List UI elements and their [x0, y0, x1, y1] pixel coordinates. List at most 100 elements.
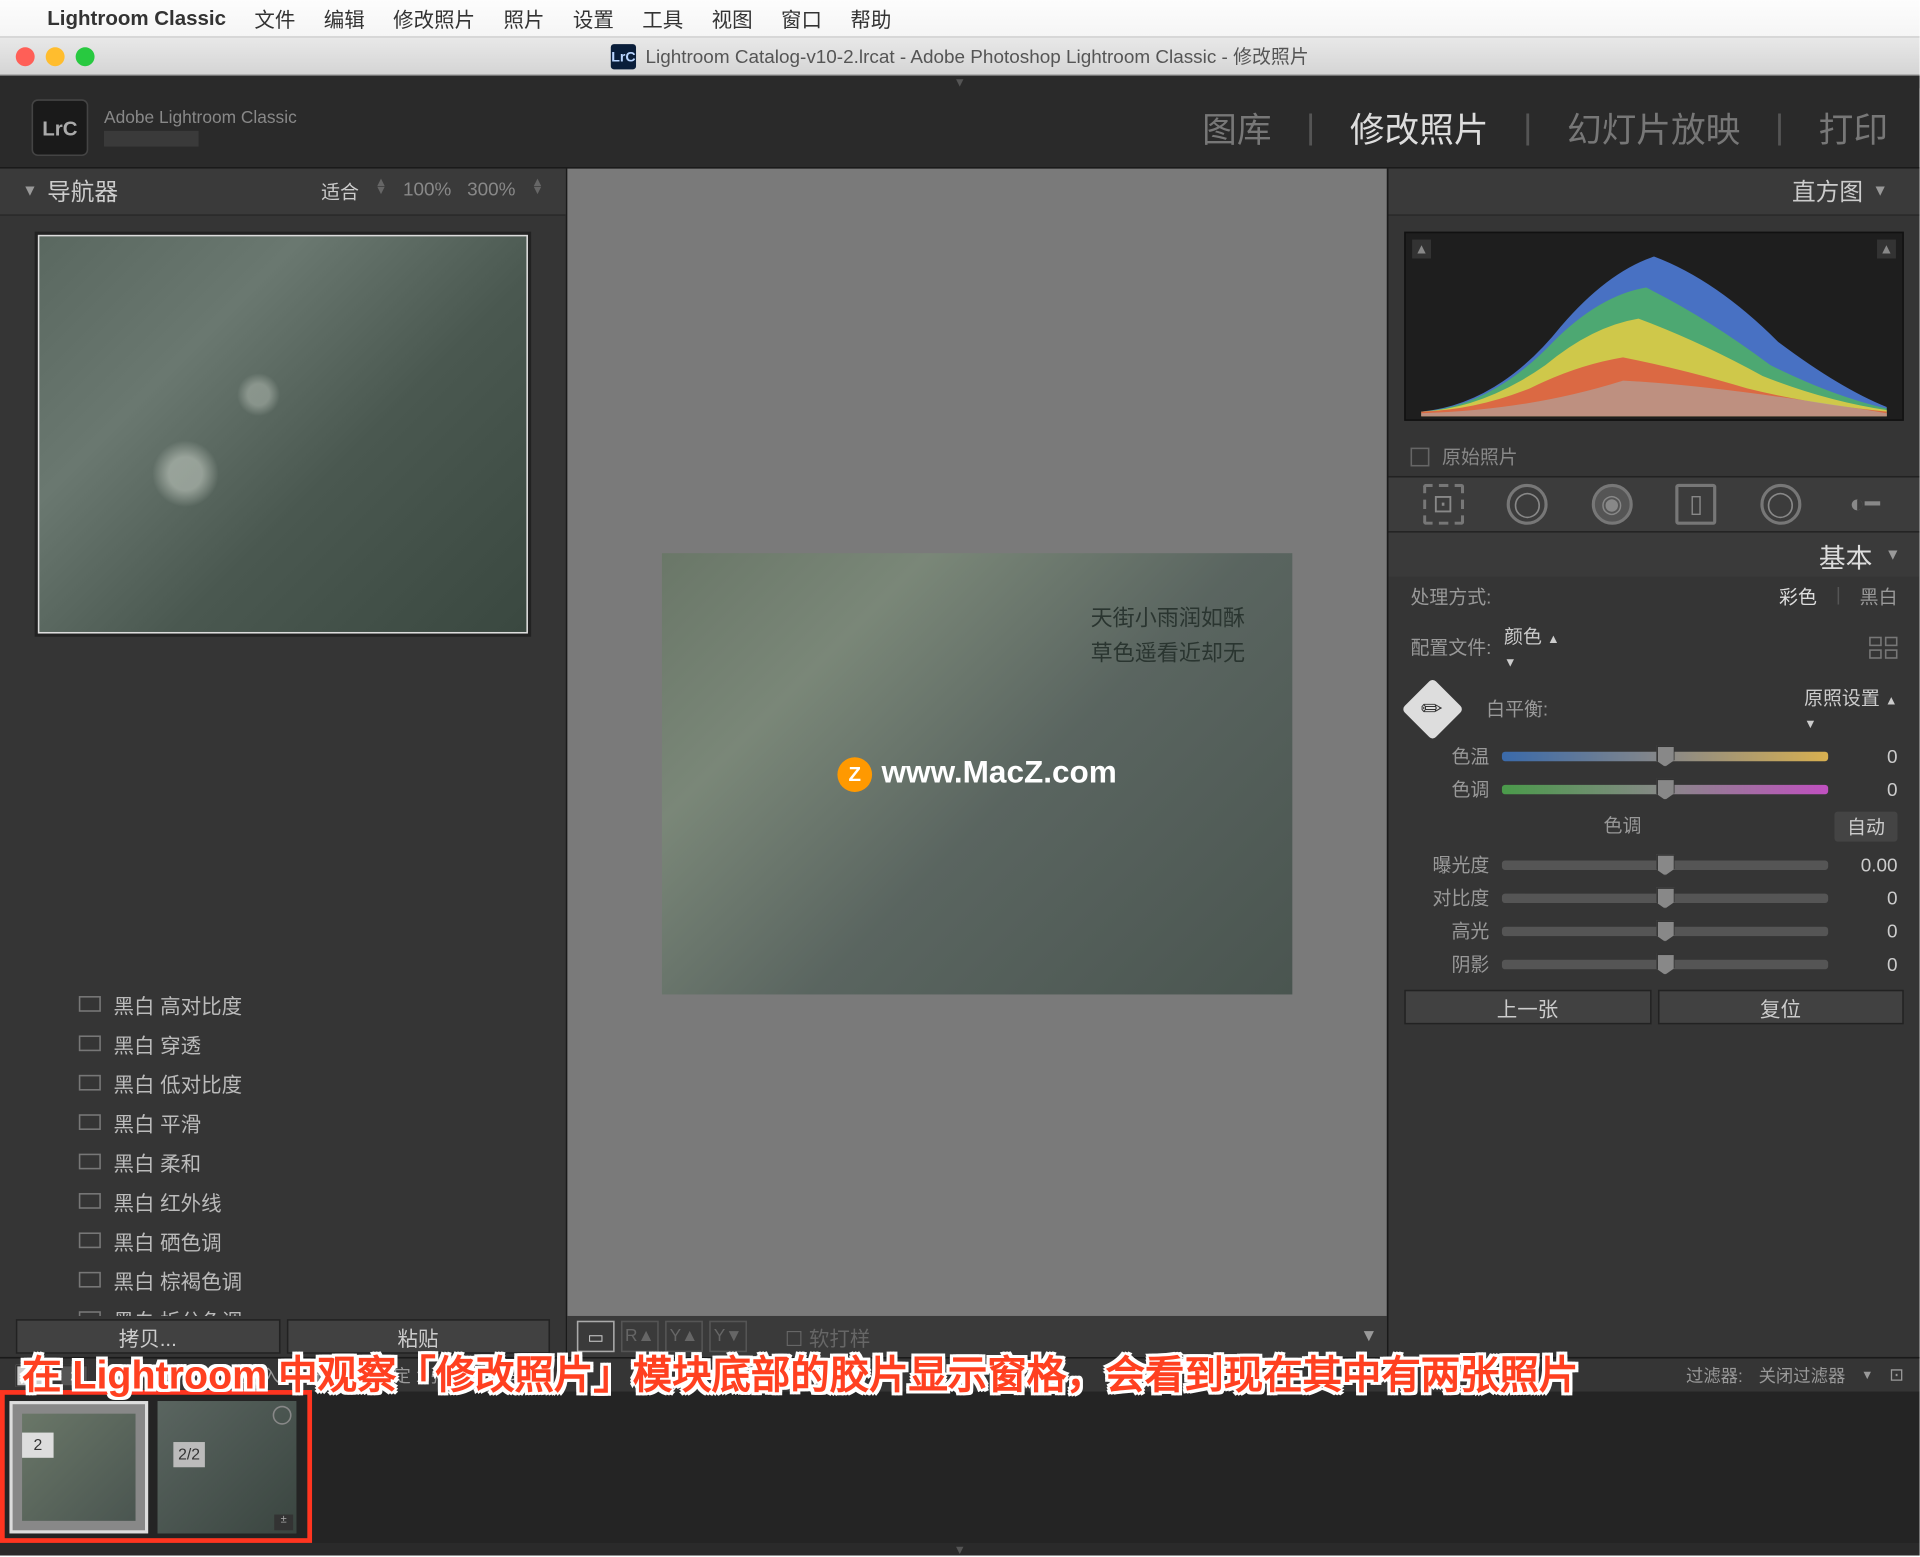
thumb-badge: 2/2 — [173, 1442, 205, 1467]
preset-icon — [79, 1272, 101, 1288]
wb-dropdown[interactable]: 原照设置 ▲▼ — [1804, 684, 1897, 733]
tint-value[interactable]: 0 — [1841, 778, 1898, 800]
preset-icon — [79, 1075, 101, 1091]
highlights-slider-row: 高光 0 — [1388, 914, 1919, 947]
zoom-fit[interactable]: 适合 — [321, 178, 359, 205]
menu-tools[interactable]: 工具 — [642, 3, 683, 33]
preset-item[interactable]: 黑白 平滑 — [79, 1102, 566, 1141]
preset-item[interactable]: 黑白 棕褐色调 — [79, 1260, 566, 1299]
profile-browser-button[interactable] — [1869, 636, 1897, 658]
disclosure-triangle-icon: ▼ — [1885, 546, 1901, 563]
window-title: Lightroom Catalog-v10-2.lrcat - Adobe Ph… — [645, 43, 1308, 70]
highlights-slider[interactable] — [1502, 926, 1828, 935]
histogram[interactable]: ▲ ▲ — [1404, 232, 1904, 421]
histogram-header[interactable]: 直方图 ▼ — [1388, 169, 1919, 216]
preset-item[interactable]: 黑白 红外线 — [79, 1181, 566, 1220]
radial-tool[interactable]: ◯ — [1760, 484, 1801, 525]
preset-item[interactable]: 黑白 高对比度 — [79, 984, 566, 1023]
menu-develop[interactable]: 修改照片 — [393, 3, 475, 33]
tint-slider[interactable] — [1502, 784, 1828, 793]
module-print[interactable]: 打印 — [1819, 102, 1888, 152]
gradient-tool[interactable]: ▯ — [1676, 484, 1717, 525]
preset-item[interactable]: 黑白 低对比度 — [79, 1063, 566, 1102]
zoom-300[interactable]: 300% — [467, 178, 515, 205]
exposure-slider[interactable] — [1502, 860, 1828, 869]
toolbar-chevron-icon[interactable]: ▼ — [1360, 1327, 1377, 1346]
left-panel: ▼ 导航器 适合 ▲▼ 100% 300% ▲▼ 黑白 高对比度 黑白 穿透 黑… — [0, 169, 567, 1357]
tutorial-annotation: 在 Lightroom 中观察「修改照片」模块底部的胶片显示窗格，会看到现在其中… — [22, 1344, 1578, 1401]
thumb-badge: 2 — [22, 1433, 54, 1458]
preset-list: 黑白 高对比度 黑白 穿透 黑白 低对比度 黑白 平滑 黑白 柔和 黑白 红外线… — [0, 978, 566, 1316]
redeye-tool[interactable]: ◉ — [1591, 484, 1632, 525]
menu-settings[interactable]: 设置 — [573, 3, 614, 33]
brand-name: Adobe Lightroom Classic — [104, 109, 297, 128]
bottom-panel-gripper[interactable]: ▼ — [0, 1543, 1920, 1556]
thumb-edit-icon: ± — [274, 1515, 293, 1531]
navigator-header[interactable]: ▼ 导航器 适合 ▲▼ 100% 300% ▲▼ — [0, 169, 566, 216]
shadows-value[interactable]: 0 — [1841, 953, 1898, 975]
module-slideshow[interactable]: 幻灯片放映 — [1567, 102, 1740, 152]
preset-icon — [79, 1232, 101, 1248]
close-window-button[interactable] — [16, 46, 35, 65]
disclosure-triangle-icon: ▼ — [1872, 183, 1888, 200]
contrast-slider[interactable] — [1502, 893, 1828, 902]
filmstrip-thumb[interactable]: 1 2 — [9, 1401, 148, 1533]
filter-lock-icon[interactable]: ⊡ — [1889, 1365, 1904, 1385]
module-library[interactable]: 图库 — [1202, 102, 1271, 152]
preset-item[interactable]: 黑白 穿透 — [79, 1024, 566, 1063]
preset-item[interactable]: 黑白 拆分色调 — [79, 1299, 566, 1316]
preset-icon — [79, 1154, 101, 1170]
spot-tool[interactable]: ◯ — [1507, 484, 1548, 525]
minimize-window-button[interactable] — [46, 46, 65, 65]
tone-header: 色调 自动 — [1388, 805, 1919, 848]
filmstrip-thumb[interactable]: 2 2/2 ± — [158, 1401, 297, 1533]
lrc-logo: LrC — [32, 99, 89, 156]
highlights-value[interactable]: 0 — [1841, 920, 1898, 942]
develop-tool-strip: ⊡ ◯ ◉ ▯ ◯ ◐━ — [1388, 476, 1919, 533]
navigator-preview[interactable] — [38, 235, 528, 634]
menu-help[interactable]: 帮助 — [850, 3, 891, 33]
tint-slider-row: 色调 0 — [1388, 772, 1919, 805]
module-picker: 图库 | 修改照片 | 幻灯片放映 | 打印 — [1202, 102, 1888, 152]
shadows-slider[interactable] — [1502, 959, 1828, 968]
previous-button[interactable]: 上一张 — [1404, 990, 1651, 1025]
main-photo[interactable]: 天街小雨润如酥 草色遥看近却无 Z www.MacZ.com — [662, 553, 1292, 994]
preset-icon — [79, 1035, 101, 1051]
module-develop[interactable]: 修改照片 — [1350, 102, 1489, 152]
menu-photo[interactable]: 照片 — [503, 3, 544, 33]
app-menu[interactable]: Lightroom Classic — [47, 6, 226, 30]
menu-edit[interactable]: 编辑 — [324, 3, 365, 33]
top-panel-gripper[interactable]: ▼ — [0, 76, 1920, 89]
auto-tone-button[interactable]: 自动 — [1834, 812, 1897, 842]
identity-plate-row: LrC Adobe Lightroom Classic 图库 | 修改照片 | … — [0, 88, 1920, 167]
shadows-slider-row: 阴影 0 — [1388, 947, 1919, 980]
brush-tool[interactable]: ◐━ — [1844, 484, 1885, 525]
crop-tool[interactable]: ⊡ — [1423, 484, 1464, 525]
temp-value[interactable]: 0 — [1841, 745, 1898, 767]
menu-window[interactable]: 窗口 — [781, 3, 822, 33]
app-icon: LrC — [611, 43, 636, 68]
reset-button[interactable]: 复位 — [1657, 990, 1904, 1025]
identity-plate[interactable] — [104, 131, 199, 147]
filter-dropdown[interactable]: 关闭过滤器 — [1759, 1362, 1846, 1387]
preset-item[interactable]: 黑白 柔和 — [79, 1142, 566, 1181]
contrast-value[interactable]: 0 — [1841, 887, 1898, 909]
original-photo-toggle[interactable]: 原始照片 — [1388, 437, 1919, 476]
treatment-bw[interactable]: 黑白 — [1860, 583, 1898, 610]
exposure-value[interactable]: 0.00 — [1841, 853, 1898, 875]
profile-dropdown[interactable]: 颜色 ▲▼ — [1504, 623, 1560, 672]
temp-slider[interactable] — [1502, 751, 1828, 760]
menu-view[interactable]: 视图 — [712, 3, 753, 33]
eyedropper-tool[interactable]: ✎ — [1401, 677, 1463, 739]
filter-label: 过滤器: — [1686, 1362, 1743, 1387]
basic-panel-header[interactable]: 基本 ▼ — [1388, 533, 1919, 577]
exposure-slider-row: 曝光度 0.00 — [1388, 848, 1919, 881]
filmstrip[interactable]: 1 2 2 2/2 ± — [0, 1392, 1920, 1543]
zoom-window-button[interactable] — [76, 46, 95, 65]
treatment-color[interactable]: 彩色 — [1779, 583, 1817, 610]
preset-item[interactable]: 黑白 硒色调 — [79, 1221, 566, 1260]
zoom-100[interactable]: 100% — [403, 178, 451, 205]
histogram-title: 直方图 — [1792, 175, 1863, 208]
preset-icon — [79, 996, 101, 1012]
menu-file[interactable]: 文件 — [254, 3, 295, 33]
